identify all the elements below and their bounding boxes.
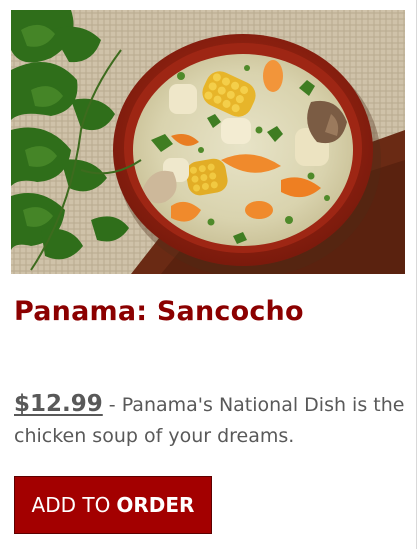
- product-title: Panama: Sancocho: [14, 296, 304, 327]
- product-image: [11, 10, 405, 274]
- sancocho-soup-photo: [11, 10, 405, 274]
- add-to-order-button[interactable]: ADD TO ORDER: [14, 476, 212, 534]
- order-label: ORDER: [116, 493, 195, 517]
- product-description-block: $12.99 - Panama's National Dish is the c…: [14, 389, 406, 452]
- product-card: Panama: Sancocho $12.99 - Panama's Natio…: [0, 0, 417, 549]
- price-link[interactable]: $12.99: [14, 391, 103, 417]
- add-to-label: ADD TO: [31, 493, 111, 517]
